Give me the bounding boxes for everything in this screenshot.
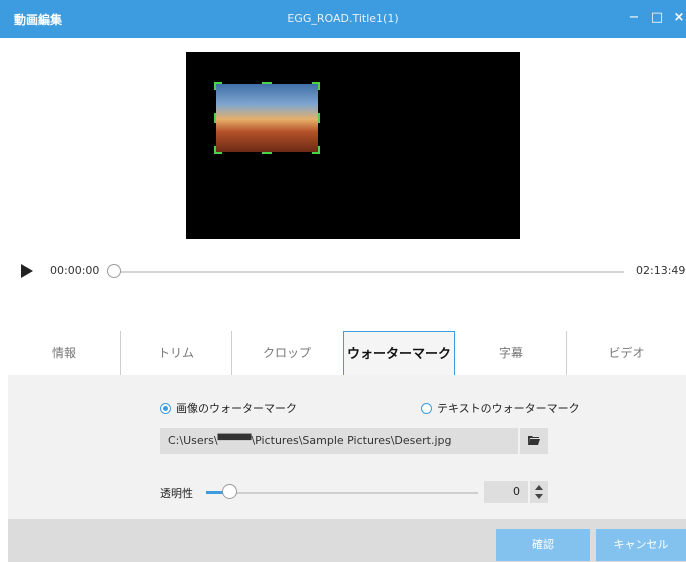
resize-handle-top[interactable] — [262, 82, 272, 84]
watermark-image — [216, 84, 318, 152]
tab-video[interactable]: ビデオ — [567, 331, 686, 376]
tab-crop[interactable]: クロップ — [232, 331, 342, 376]
radio-unselected-icon — [421, 402, 432, 414]
opacity-label: 透明性 — [160, 487, 193, 500]
image-watermark-label: 画像のウォーターマーク — [176, 402, 297, 415]
watermark-image-box[interactable] — [214, 82, 320, 154]
radio-selected-icon — [160, 402, 171, 414]
increment-icon[interactable] — [535, 485, 543, 490]
resize-handle-right[interactable] — [318, 113, 320, 123]
tab-info[interactable]: 情報 — [8, 331, 120, 376]
watermark-panel: 画像のウォーターマーク テキストのウォーターマーク C:\Users\▀▀▀▀\… — [8, 375, 686, 519]
folder-icon — [528, 436, 540, 445]
confirm-button[interactable]: 確認 — [496, 529, 590, 561]
seek-handle[interactable] — [107, 264, 121, 278]
total-time: 02:13:49 — [636, 264, 686, 277]
resize-handle-top-left[interactable] — [214, 82, 222, 90]
maximize-button[interactable]: □ — [647, 7, 667, 29]
text-watermark-label: テキストのウォーターマーク — [437, 402, 580, 415]
resize-handle-bottom-right[interactable] — [312, 146, 320, 154]
cancel-button[interactable]: キャンセル — [596, 529, 686, 561]
minimize-button[interactable]: − — [624, 7, 644, 29]
resize-handle-top-right[interactable] — [312, 82, 320, 90]
text-watermark-radio[interactable]: テキストのウォーターマーク — [421, 400, 580, 416]
title-bar: 動画編集 EGG_ROAD.Title1(1) − □ × — [0, 0, 686, 38]
opacity-stepper[interactable] — [530, 481, 548, 503]
editor-tabs: 情報 トリム クロップ ウォーターマーク 字幕 ビデオ — [8, 331, 686, 376]
opacity-slider-track[interactable] — [206, 492, 478, 494]
tab-watermark[interactable]: ウォーターマーク — [343, 331, 455, 376]
play-icon[interactable] — [21, 264, 33, 278]
image-watermark-radio[interactable]: 画像のウォーターマーク — [160, 400, 297, 416]
opacity-value-input[interactable]: 0 — [484, 481, 528, 503]
dialog-footer: 確認 キャンセル — [8, 519, 686, 562]
close-button[interactable]: × — [669, 7, 686, 29]
video-preview — [186, 52, 520, 239]
tab-subtitle[interactable]: 字幕 — [456, 331, 566, 376]
opacity-slider-handle[interactable] — [222, 484, 237, 499]
current-time: 00:00:00 — [50, 264, 100, 277]
seek-track[interactable] — [112, 271, 624, 273]
tab-trim[interactable]: トリム — [121, 331, 231, 376]
playback-bar: 00:00:00 02:13:49 — [0, 258, 686, 286]
image-path-field[interactable]: C:\Users\▀▀▀▀\Pictures\Sample Pictures\D… — [160, 428, 518, 454]
document-title: EGG_ROAD.Title1(1) — [287, 12, 399, 25]
decrement-icon[interactable] — [535, 494, 543, 499]
resize-handle-bottom-left[interactable] — [214, 146, 222, 154]
resize-handle-left[interactable] — [214, 113, 216, 123]
browse-folder-button[interactable] — [520, 428, 548, 454]
resize-handle-bottom[interactable] — [262, 152, 272, 154]
